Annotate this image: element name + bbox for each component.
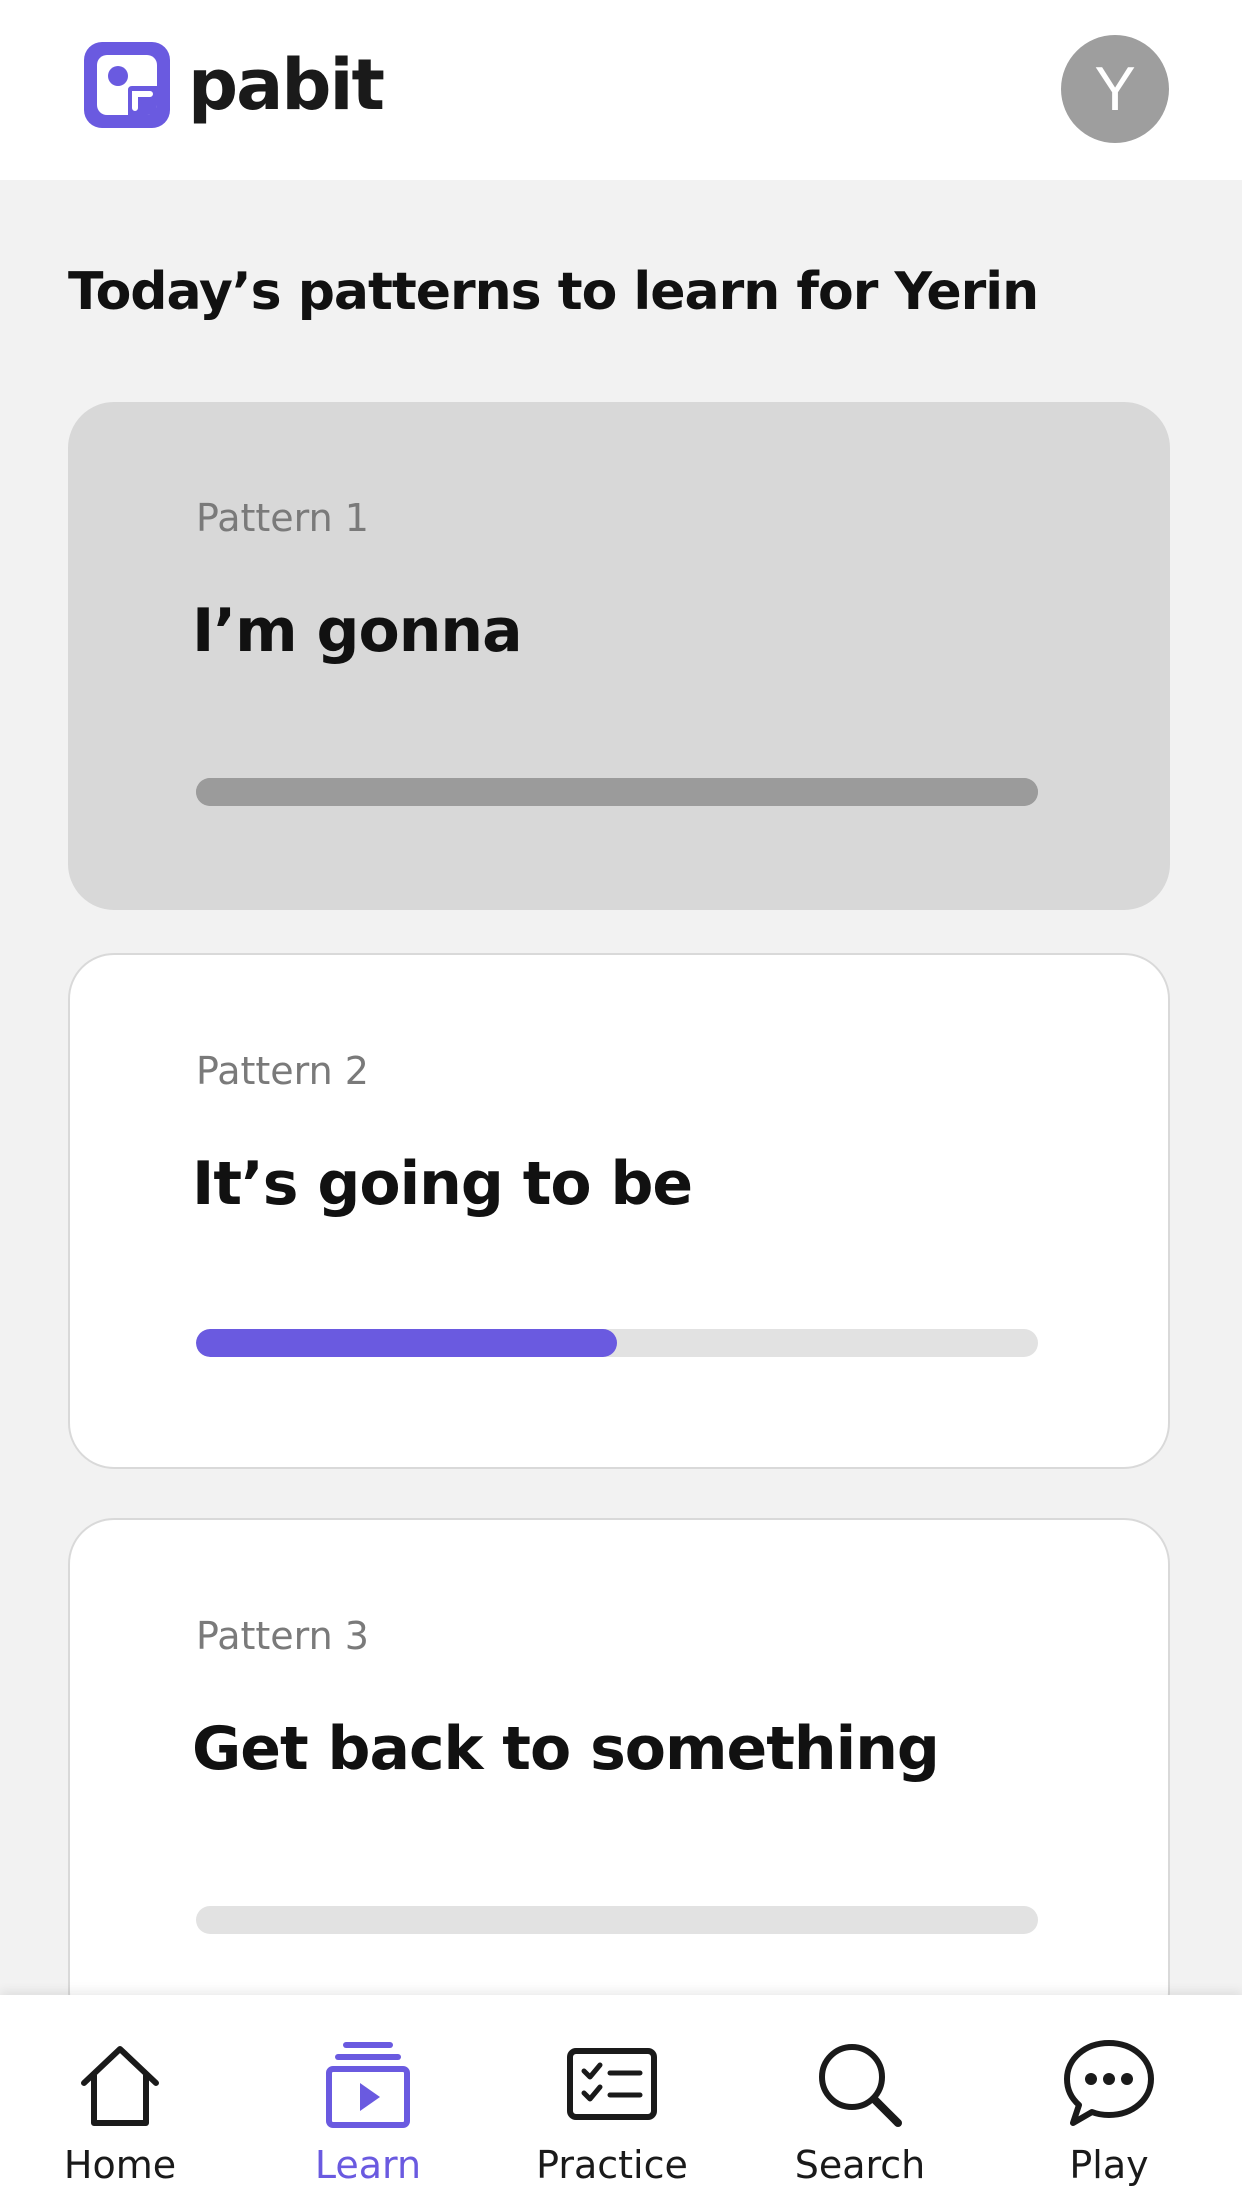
chat-bubble-icon (1064, 2040, 1154, 2126)
learn-video-icon (326, 2042, 410, 2128)
pattern-card-2[interactable]: Pattern 2 It’s going to be (68, 953, 1170, 1469)
tab-learn-label: Learn (314, 2143, 422, 2187)
pattern-number-label: Pattern 2 (196, 1049, 369, 1093)
progress-bar (196, 1329, 1038, 1357)
tab-practice[interactable]: Practice (502, 1995, 722, 2208)
tab-learn[interactable]: Learn (258, 1995, 478, 2208)
progress-bar (196, 1906, 1038, 1934)
app-logo[interactable]: pabit (80, 38, 385, 132)
pattern-title: Get back to something (192, 1714, 940, 1784)
pattern-title: It’s going to be (192, 1149, 693, 1219)
tab-search-label: Search (794, 2143, 926, 2187)
search-icon (819, 2044, 902, 2127)
tab-play-label: Play (1069, 2143, 1149, 2187)
progress-bar (196, 778, 1038, 806)
app-name: pabit (188, 44, 385, 126)
app-header: pabit Y (0, 0, 1242, 180)
pattern-number-label: Pattern 1 (196, 496, 369, 540)
checklist-icon (567, 2048, 657, 2120)
tab-play[interactable]: Play (999, 1995, 1219, 2208)
pattern-number-label: Pattern 3 (196, 1614, 369, 1658)
pattern-card-1[interactable]: Pattern 1 I’m gonna (68, 402, 1170, 910)
pabit-logo-icon (84, 42, 170, 128)
progress-fill (196, 778, 1038, 806)
pattern-title: I’m gonna (192, 596, 523, 666)
page-title: Today’s patterns to learn for Yerin (68, 262, 1039, 322)
tab-home-label: Home (63, 2143, 177, 2187)
progress-fill (196, 1329, 617, 1357)
tab-search[interactable]: Search (750, 1995, 970, 2208)
pattern-card-3[interactable]: Pattern 3 Get back to something (68, 1518, 1170, 2038)
bottom-tab-bar: Home Learn Practice Search Play (0, 1995, 1242, 2208)
tab-practice-label: Practice (536, 2143, 688, 2187)
tab-home[interactable]: Home (10, 1995, 230, 2208)
home-icon (81, 2046, 159, 2126)
avatar[interactable]: Y (1061, 35, 1169, 143)
